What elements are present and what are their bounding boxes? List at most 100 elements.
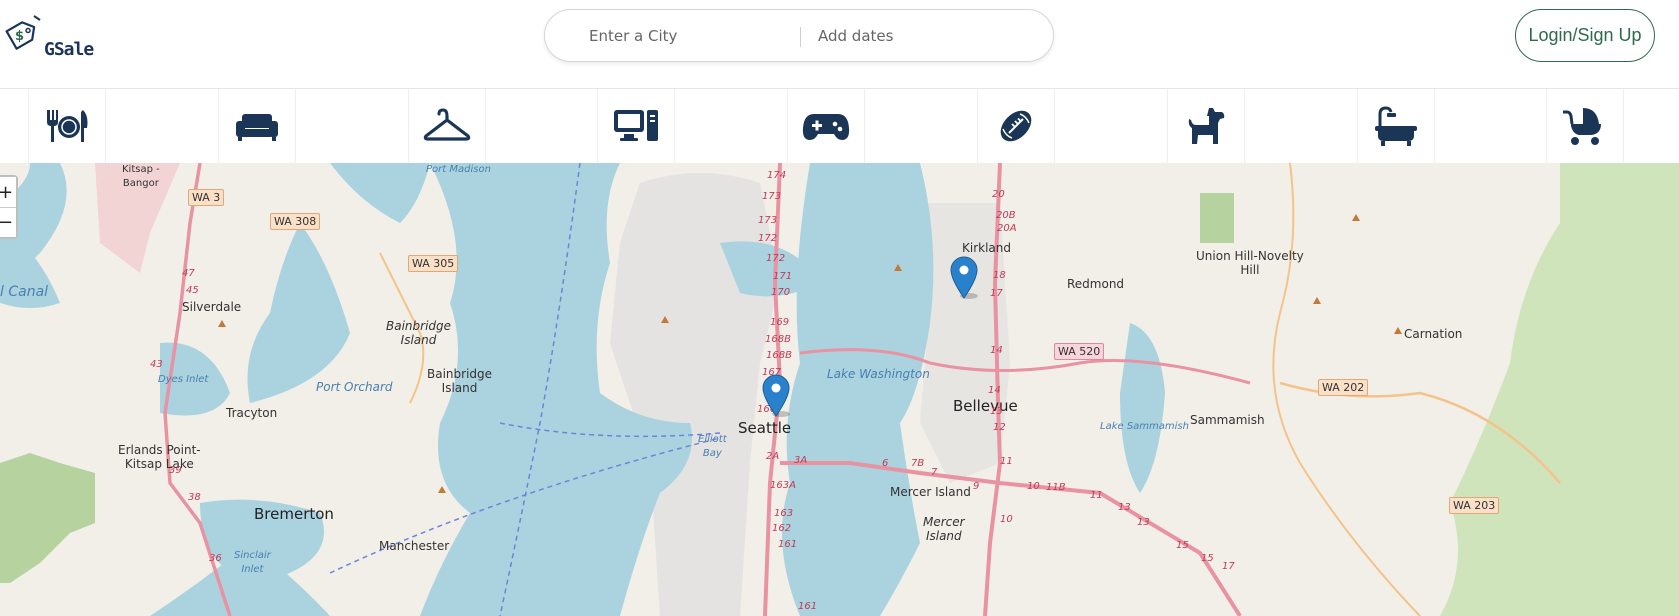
exit-label: 43 bbox=[150, 359, 163, 370]
route-shield-wa308: WA 308 bbox=[270, 213, 321, 230]
exit-label: 15 bbox=[1176, 540, 1189, 551]
sofa-icon bbox=[236, 114, 278, 141]
map-label-tracyton: Tracyton bbox=[226, 406, 278, 420]
exit-label: 171 bbox=[773, 271, 793, 282]
category-sports[interactable] bbox=[977, 89, 1055, 163]
map-label-kitsap-bangor: Kitsap - Bangor bbox=[122, 164, 160, 189]
map-zoom-control: + − bbox=[0, 175, 18, 239]
exit-label: 20 bbox=[992, 189, 1005, 200]
map-label-dyes-inlet: Dyes Inlet bbox=[158, 374, 209, 385]
map-label-lake-sammamish: Lake Sammamish bbox=[1100, 421, 1189, 432]
lake-washington-water bbox=[782, 163, 934, 616]
category-clothing[interactable] bbox=[408, 89, 486, 163]
category-bar bbox=[0, 89, 1679, 163]
map-label-elliott-bay: Elliott Bay bbox=[698, 434, 727, 459]
exit-label: 15 bbox=[1201, 553, 1214, 564]
category-games[interactable] bbox=[787, 89, 865, 163]
logo-text: GSale bbox=[44, 39, 94, 60]
map-label-port-madison: Port Madison bbox=[426, 164, 491, 175]
map-view[interactable]: + − Seattle Bellevue Bremerton Redmond K… bbox=[0, 163, 1679, 616]
exit-label: 10 bbox=[1000, 514, 1013, 525]
gamepad-icon bbox=[802, 114, 850, 140]
exit-label: 12 bbox=[993, 422, 1006, 433]
category-baby[interactable] bbox=[1546, 89, 1624, 163]
login-signup-button[interactable]: Login/Sign Up bbox=[1515, 9, 1655, 62]
zoom-out-button[interactable]: − bbox=[0, 207, 16, 237]
city-search-input[interactable] bbox=[589, 10, 809, 61]
map-label-erlands-point: Erlands Point- Kitsap Lake bbox=[118, 443, 201, 471]
map-marker-seattle[interactable] bbox=[761, 373, 791, 417]
search-bar bbox=[544, 9, 1054, 62]
route-shield-wa203: WA 203 bbox=[1449, 497, 1500, 514]
exit-label: 11B bbox=[1046, 482, 1066, 493]
gsale-logo[interactable]: $ GSale bbox=[4, 12, 94, 60]
port-orchard-water bbox=[247, 223, 350, 403]
desktop-computer-icon bbox=[614, 110, 658, 141]
football-icon bbox=[1000, 110, 1032, 142]
exit-label: 174 bbox=[767, 170, 787, 181]
route-shield-wa202: WA 202 bbox=[1318, 379, 1369, 396]
map-label-seattle: Seattle bbox=[738, 419, 792, 437]
exit-label: 163 bbox=[774, 508, 794, 519]
exit-label: 172 bbox=[758, 233, 778, 244]
exit-label: 17 bbox=[990, 288, 1003, 299]
stroller-icon bbox=[1563, 108, 1601, 145]
exit-label: 20B bbox=[996, 210, 1016, 221]
exit-label: 168B bbox=[766, 350, 792, 361]
category-food[interactable] bbox=[28, 89, 106, 163]
dates-input[interactable] bbox=[818, 10, 1038, 61]
forest-area bbox=[1440, 163, 1679, 616]
exit-label: 14 bbox=[988, 385, 1001, 396]
map-marker-kirkland[interactable] bbox=[949, 255, 979, 299]
map-label-sammamish: Sammamish bbox=[1190, 413, 1265, 427]
exit-label: 18 bbox=[993, 270, 1006, 281]
exit-label: 45 bbox=[186, 285, 199, 296]
lake-sammamish-water bbox=[1120, 323, 1165, 493]
exit-label: 13 bbox=[1118, 502, 1131, 513]
exit-label: 7 bbox=[931, 467, 938, 478]
exit-label: 11 bbox=[1090, 490, 1103, 501]
exit-label: 162 bbox=[772, 523, 792, 534]
search-divider bbox=[800, 27, 801, 47]
zoom-in-button[interactable]: + bbox=[0, 177, 16, 207]
exit-label: 169 bbox=[770, 317, 790, 328]
map-label-manchester: Manchester bbox=[379, 539, 450, 553]
map-label-redmond: Redmond bbox=[1067, 277, 1125, 291]
exit-label: 17 bbox=[1222, 561, 1235, 572]
exit-label: 3A bbox=[794, 455, 808, 466]
exit-label: 9 bbox=[973, 481, 980, 492]
forest-area-west bbox=[0, 453, 95, 583]
map-label-carnation: Carnation bbox=[1404, 327, 1463, 341]
price-tag-icon: $ bbox=[5, 15, 41, 50]
map-label-canal: l Canal bbox=[0, 284, 49, 300]
exit-label: 6 bbox=[882, 458, 889, 469]
exit-label: 2A bbox=[766, 451, 780, 462]
exit-label: 173 bbox=[762, 191, 782, 202]
bathtub-icon bbox=[1375, 106, 1417, 146]
exit-label: 47 bbox=[182, 268, 195, 279]
map-label-bainbridge-island: Bainbridge Island bbox=[386, 319, 452, 347]
route-shield-wa520: WA 520 bbox=[1054, 343, 1105, 360]
exit-label: 172 bbox=[766, 253, 786, 264]
category-furniture[interactable] bbox=[218, 89, 296, 163]
exit-label: 13 bbox=[1137, 517, 1150, 528]
exit-label: 20A bbox=[997, 223, 1017, 234]
dog-icon bbox=[1188, 108, 1225, 144]
map-label-kirkland: Kirkland bbox=[962, 241, 1011, 255]
map-label-union-hill: Union Hill-Novelty Hill bbox=[1196, 249, 1304, 277]
exit-label: 39 bbox=[169, 465, 182, 476]
map-label-sinclair-inlet: Sinclair Inlet bbox=[234, 550, 271, 575]
exit-label: 168B bbox=[765, 334, 791, 345]
exit-label: 14 bbox=[990, 345, 1003, 356]
exit-label: 11 bbox=[1000, 456, 1013, 467]
map-label-bremerton: Bremerton bbox=[254, 505, 334, 523]
exit-label: 161 bbox=[798, 601, 818, 612]
category-bath[interactable] bbox=[1357, 89, 1435, 163]
map-label-mercer-island-city: Mercer Island bbox=[890, 485, 971, 499]
category-pets[interactable] bbox=[1167, 89, 1245, 163]
category-electronics[interactable] bbox=[597, 89, 675, 163]
map-label-bainbridge-town: Bainbridge Island bbox=[427, 367, 493, 395]
exit-label: 10 bbox=[1027, 481, 1040, 492]
exit-label: 163A bbox=[770, 480, 796, 491]
exit-label: 13 bbox=[990, 406, 1003, 417]
